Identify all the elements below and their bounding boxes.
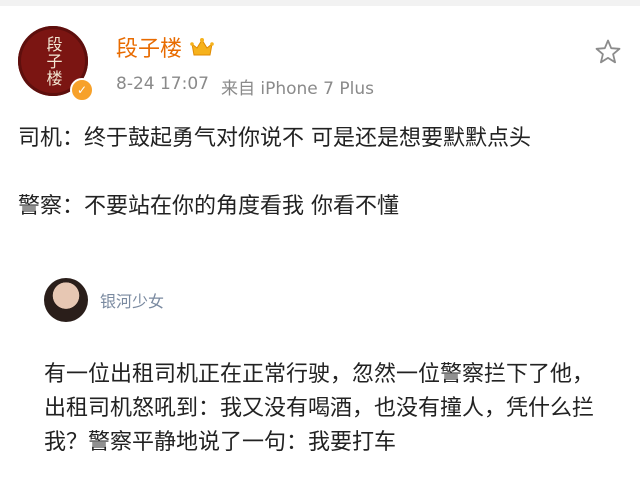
crown-vip-icon xyxy=(190,38,214,56)
quote-avatar[interactable] xyxy=(44,278,88,322)
post-paragraph-1: 司机：终于鼓起勇气对你说不 可是还是想要默默点头 xyxy=(18,126,531,151)
post-timestamp: 8-24 17:07 xyxy=(116,74,209,94)
star-outline-icon[interactable] xyxy=(594,38,622,66)
post-paragraph-2: 警察：不要站在你的角度看我 你看不懂 xyxy=(18,194,399,219)
post-header: 段子楼 ✓ 段子楼 8-24 17:07 来自 iPhone 7 Plus xyxy=(18,26,622,106)
quote-author-name[interactable]: 银河少女 xyxy=(100,288,164,312)
author-name[interactable]: 段子楼 xyxy=(116,31,182,63)
top-strip xyxy=(0,0,640,6)
quoted-post[interactable]: 银河少女 有一位出租司机正在正常行驶，忽然一位警察拦下了他，出租司机怒吼到：我又… xyxy=(22,270,618,486)
quote-text: 有一位出租司机正在正常行驶，忽然一位警察拦下了他，出租司机怒吼到：我又没有喝酒，… xyxy=(44,362,595,455)
verified-badge-icon: ✓ xyxy=(70,78,94,102)
post-source: 来自 iPhone 7 Plus xyxy=(220,79,375,99)
name-row: 段子楼 xyxy=(116,32,214,62)
post-body: 司机：终于鼓起勇气对你说不 可是还是想要默默点头 警察：不要站在你的角度看我 你… xyxy=(18,122,626,224)
meta-row: 8-24 17:07 来自 iPhone 7 Plus xyxy=(116,74,374,99)
